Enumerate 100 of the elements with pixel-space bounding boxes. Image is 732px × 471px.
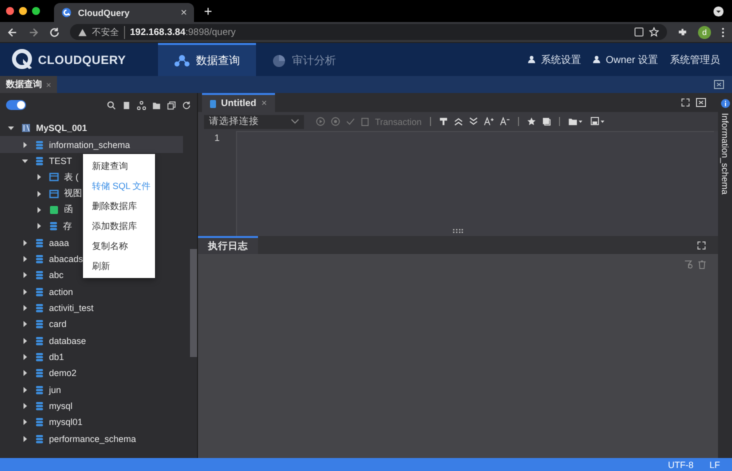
database-icon	[35, 319, 44, 330]
caret-icon[interactable]	[22, 288, 28, 295]
fullscreen-icon[interactable]	[697, 240, 706, 250]
caret-icon[interactable]	[22, 304, 28, 311]
clipboard-icon[interactable]	[361, 117, 369, 126]
star-icon[interactable]	[526, 117, 536, 126]
line-ending-label[interactable]: LF	[709, 460, 720, 470]
tab-search-icon[interactable]	[713, 6, 724, 17]
maximize-dot[interactable]	[32, 7, 40, 15]
save-icon[interactable]	[590, 117, 606, 126]
caret-icon[interactable]	[22, 272, 28, 278]
back-icon[interactable]	[7, 26, 18, 38]
table-icon	[49, 188, 59, 199]
database-icon	[35, 302, 44, 313]
caret-icon[interactable]	[22, 256, 28, 262]
caret-icon[interactable]	[22, 142, 28, 148]
tree-label: MySQL_001	[36, 123, 88, 134]
nav-tab[interactable]: 数据查询	[158, 43, 256, 76]
close-tabs-icon[interactable]	[696, 98, 706, 107]
tree-label: 函	[64, 203, 73, 216]
tree-label: information_schema	[49, 140, 130, 150]
copy-icon[interactable]	[167, 100, 176, 110]
close-dot[interactable]	[6, 7, 14, 15]
line-number: 1	[214, 133, 220, 144]
browser-tab[interactable]: CloudQuery ×	[54, 3, 194, 22]
page-tab[interactable]: 数据查询 ×	[0, 76, 58, 93]
tree-label: 视图	[64, 187, 82, 200]
caret-icon[interactable]	[36, 206, 42, 213]
document-icon[interactable]	[122, 100, 131, 110]
reload-icon[interactable]	[49, 26, 60, 38]
tree-label: mysql	[49, 401, 73, 412]
folder-icon[interactable]	[152, 100, 161, 110]
tab-title: CloudQuery	[78, 8, 131, 18]
check-icon[interactable]	[346, 117, 355, 126]
tree-label: 表 (	[64, 170, 78, 184]
tree-label: mysql01	[49, 417, 83, 428]
menu-item[interactable]: 复制名称	[83, 236, 155, 256]
header-link[interactable]: Owner 设置	[592, 43, 658, 76]
font-increase-icon[interactable]	[484, 117, 494, 126]
server-icon	[21, 123, 31, 134]
font-decrease-icon[interactable]	[500, 117, 510, 126]
panel-label[interactable]: Information_schema	[720, 113, 730, 195]
network-icon[interactable]	[137, 100, 146, 110]
caret-icon[interactable]	[22, 240, 28, 246]
collapse-icon[interactable]	[454, 117, 463, 126]
log-tab[interactable]: 执行日志	[198, 236, 258, 254]
stop-icon[interactable]	[331, 117, 340, 126]
forward-icon[interactable]	[28, 26, 39, 38]
tree-label: TEST	[49, 156, 72, 166]
tree-label: jun	[49, 384, 62, 395]
tree-label: performance_schema	[49, 434, 136, 444]
folder-icon[interactable]	[568, 117, 584, 126]
resize-handle[interactable]	[453, 229, 463, 233]
editor-tab[interactable]: Untitled ×	[202, 93, 275, 112]
address-bar[interactable]: 不安全 192.168.3.84:9898/query	[70, 24, 667, 40]
caret-icon[interactable]	[22, 370, 28, 376]
caret-icon[interactable]	[22, 338, 28, 344]
caret-icon[interactable]	[22, 403, 28, 410]
menu-item[interactable]: 添加数据库	[83, 216, 155, 236]
caret-icon[interactable]	[22, 158, 28, 164]
close-all-icon[interactable]	[714, 80, 724, 89]
database-icon	[35, 140, 44, 150]
scrollbar[interactable]	[190, 249, 197, 357]
run-icon[interactable]	[316, 117, 325, 126]
info-icon	[720, 99, 730, 108]
search-icon[interactable]	[107, 100, 116, 110]
caret-icon[interactable]	[8, 125, 14, 132]
fullscreen-icon[interactable]	[681, 98, 690, 107]
caret-icon[interactable]	[22, 436, 28, 442]
menu-item[interactable]: 删除数据库	[83, 196, 155, 216]
database-icon	[35, 352, 44, 362]
expand-icon[interactable]	[468, 117, 478, 126]
extensions-icon[interactable]	[677, 26, 688, 38]
minimize-dot[interactable]	[19, 7, 27, 15]
caret-icon[interactable]	[36, 174, 42, 180]
caret-icon[interactable]	[22, 419, 28, 426]
menu-item[interactable]: 刷新	[83, 256, 155, 276]
menu-item[interactable]: 新建查询	[83, 156, 155, 176]
caret-icon[interactable]	[22, 386, 28, 393]
copy-icon[interactable]	[542, 117, 551, 126]
format-icon[interactable]	[438, 117, 448, 126]
refresh-icon[interactable]	[182, 100, 191, 110]
pie-chart-icon	[272, 54, 286, 68]
tree-label: card	[49, 319, 67, 330]
trash-icon[interactable]	[698, 260, 706, 269]
caret-icon[interactable]	[36, 223, 42, 230]
caret-icon[interactable]	[22, 354, 28, 360]
new-tab-button[interactable]: +	[204, 3, 212, 19]
nav-tab[interactable]: 审计分析	[256, 43, 352, 76]
header-link[interactable]: 系统设置	[528, 43, 581, 76]
theme-toggle[interactable]	[6, 100, 26, 110]
star-icon[interactable]	[649, 27, 659, 37]
header-link[interactable]: 系统管理员	[670, 43, 720, 76]
encoding-label[interactable]: UTF-8	[668, 460, 694, 470]
caret-icon[interactable]	[36, 190, 42, 197]
tab-close-button[interactable]: ×	[180, 6, 187, 18]
more-icon[interactable]	[721, 26, 725, 38]
caret-icon[interactable]	[22, 321, 28, 328]
function-icon	[49, 204, 59, 215]
connection-select[interactable]: 请选择连接	[204, 114, 304, 128]
